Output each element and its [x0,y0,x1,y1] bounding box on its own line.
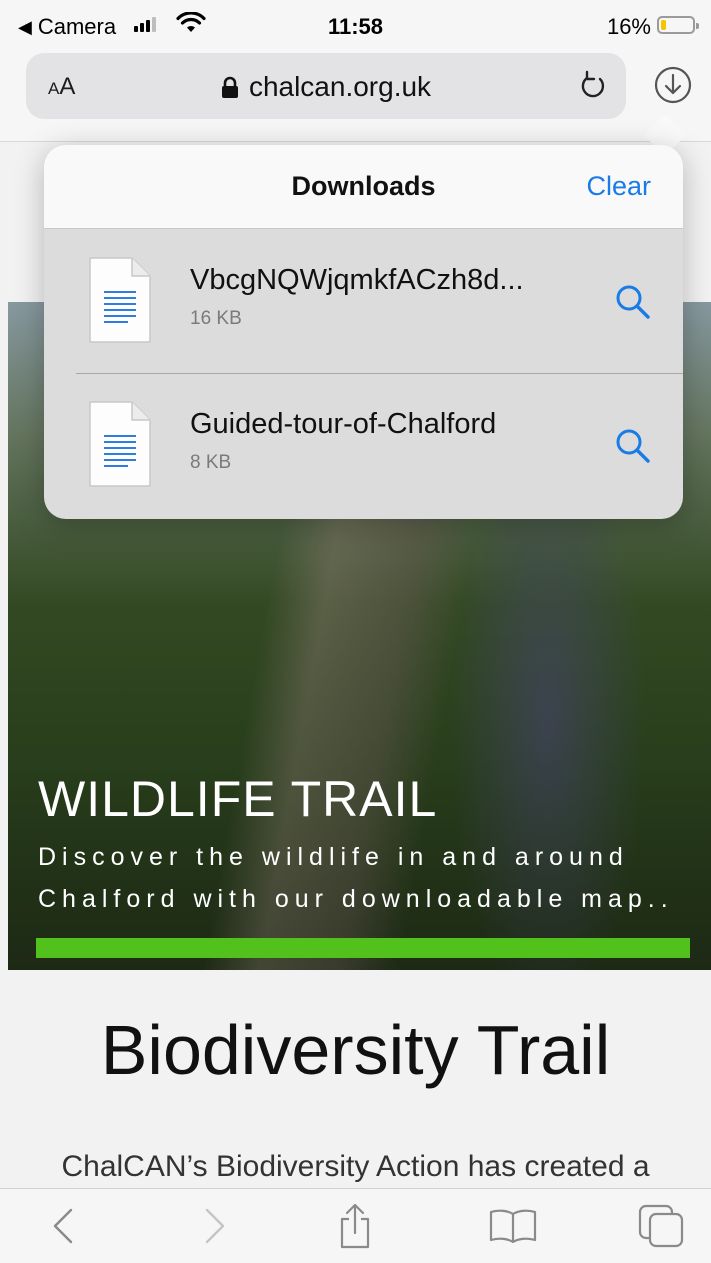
download-file-size: 8 KB [190,452,232,473]
clock: 11:58 [327,14,384,39]
address-bar[interactable]: AA chalcan.org.uk [26,53,626,119]
bookmarks-icon [489,1209,537,1244]
back-button[interactable] [38,1203,88,1249]
search-icon[interactable] [613,282,653,322]
battery-icon [657,16,699,34]
status-bar: ◀ Camera 11:58 16% [0,0,711,46]
battery-percentage: 16% [606,14,651,39]
search-icon[interactable] [613,426,653,466]
download-file-name: VbcgNQWjqmkfACzh8d... [190,264,524,296]
clear-downloads-button[interactable]: Clear [586,171,651,202]
forward-button[interactable] [190,1203,240,1249]
document-file-icon [89,401,151,487]
hero-progress-bar [36,938,690,958]
downloads-popover: Downloads Clear VbcgNQWjqmkfACzh8d... 16… [44,145,683,519]
lock-icon [221,73,239,98]
page-heading: Biodiversity Trail [100,1011,611,1089]
tabs-button[interactable] [636,1203,686,1249]
bottom-toolbar [0,1188,711,1263]
url-text: chalcan.org.uk [248,71,432,102]
back-icon [53,1208,73,1244]
download-file-size: 16 KB [190,308,242,329]
browser-toolbar: AA chalcan.org.uk [0,46,711,142]
reload-icon[interactable] [578,69,608,103]
share-icon [340,1203,370,1249]
download-file-name: Guided-tour-of-Chalford [190,408,497,440]
popover-header: Downloads Clear [44,145,683,229]
url-display[interactable]: chalcan.org.uk [26,71,626,103]
battery-fill [661,20,666,30]
download-item[interactable]: VbcgNQWjqmkfACzh8d... 16 KB [44,230,683,374]
forward-icon [205,1208,225,1244]
page-paragraph: ChalCAN’s Biodiversity Action has create… [61,1150,650,1183]
share-button[interactable] [330,1203,380,1249]
bookmarks-button[interactable] [488,1203,538,1249]
document-file-icon [89,257,151,343]
tabs-icon [638,1204,684,1248]
download-icon[interactable] [653,65,693,105]
download-item[interactable]: Guided-tour-of-Chalford 8 KB [44,374,683,518]
hero-title: WILDLIFE TRAIL [38,771,438,827]
hero-subtitle: Discover the wildlife in and around Chal… [38,843,674,913]
